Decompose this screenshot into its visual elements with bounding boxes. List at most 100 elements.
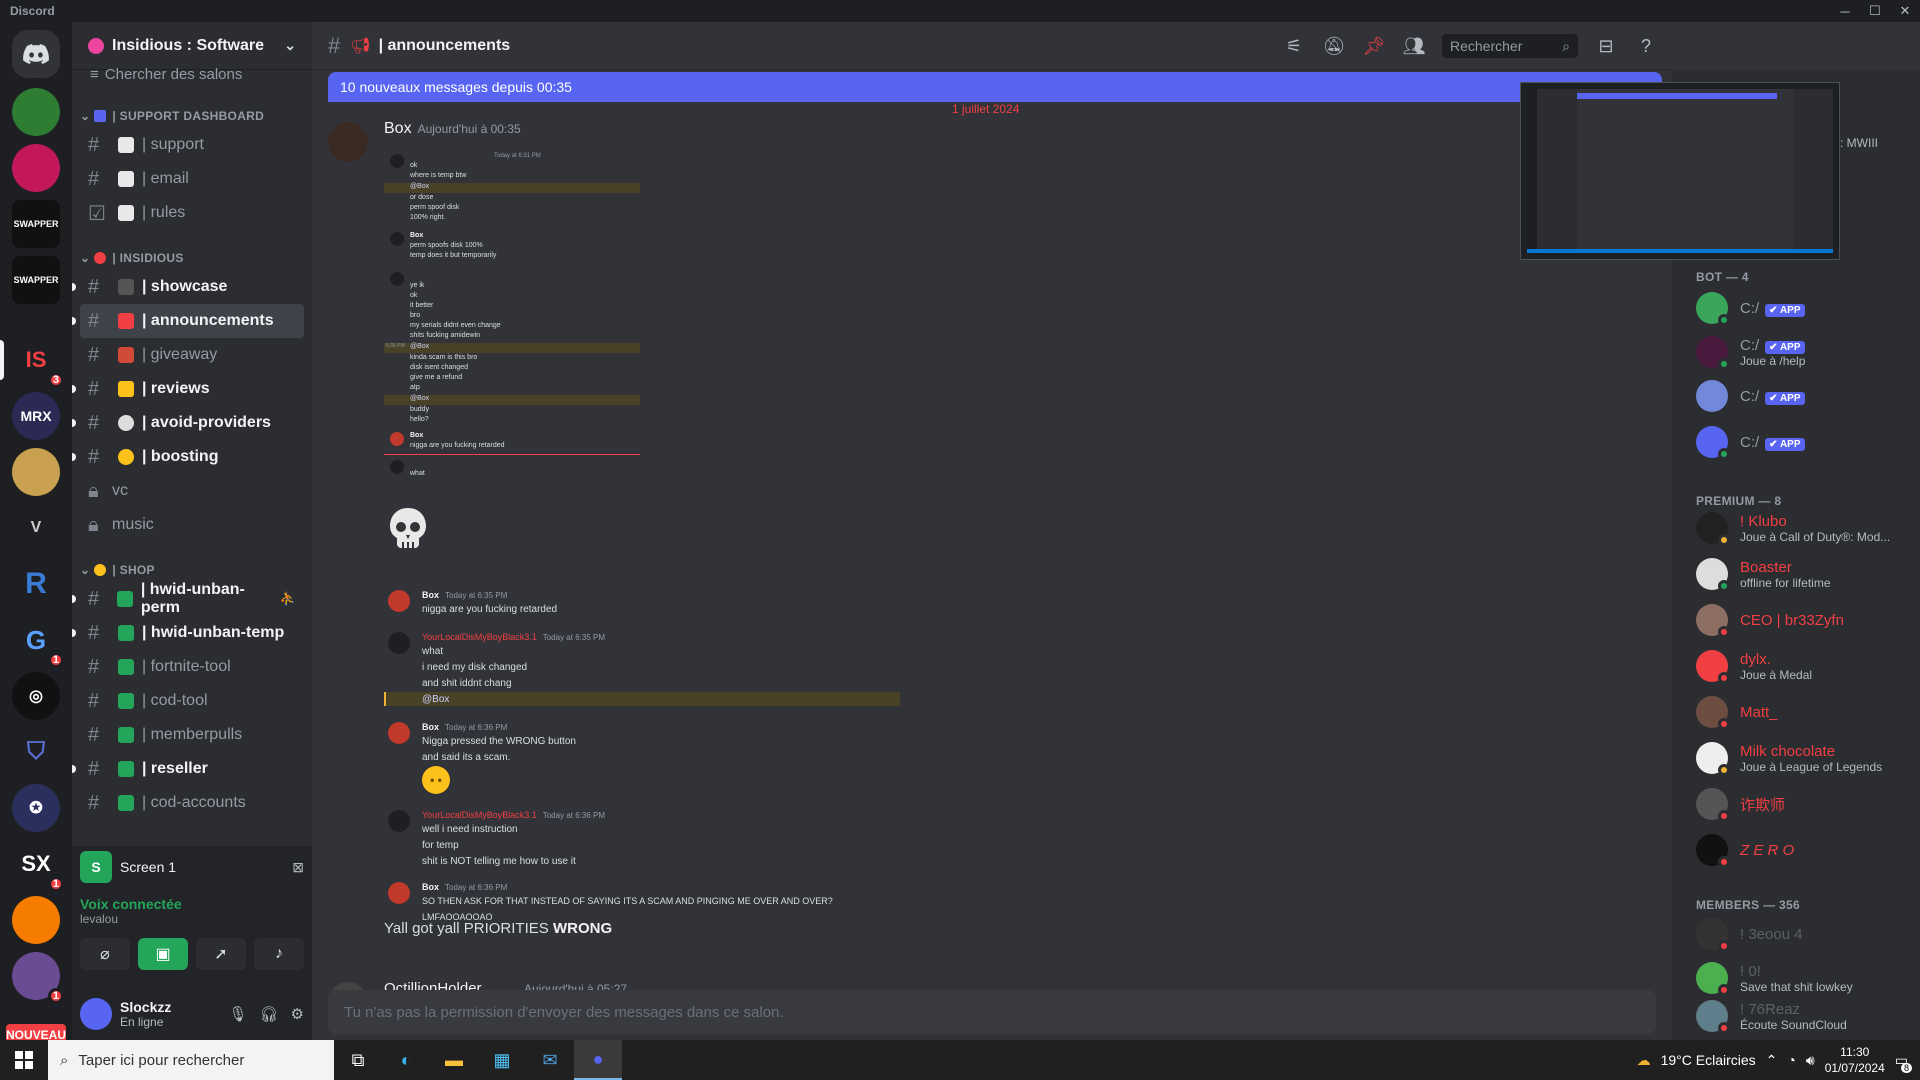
channel-music[interactable]: 🔒︎ music bbox=[80, 508, 304, 542]
member-bot-1[interactable]: C:/ ✔ APP bbox=[1696, 286, 1912, 330]
user-info[interactable]: Slockzz En ligne bbox=[120, 999, 171, 1029]
channel-reseller[interactable]: # | reseller bbox=[72, 752, 304, 786]
channel-showcase[interactable]: # | showcase bbox=[72, 270, 304, 304]
server-r-icon[interactable]: R bbox=[12, 560, 60, 608]
discord-home-icon[interactable] bbox=[12, 30, 60, 78]
server-sx-icon[interactable]: SX 1 bbox=[12, 840, 64, 892]
member-premium-5[interactable]: Matt_ bbox=[1696, 690, 1912, 734]
discord-taskbar-icon[interactable]: ● bbox=[574, 1040, 622, 1080]
inbox-icon[interactable]: ⊟ bbox=[1594, 36, 1618, 57]
speaker-icon[interactable]: 🔊︎ bbox=[1806, 1052, 1815, 1069]
channel-cod-accounts[interactable]: # | cod-accounts bbox=[80, 786, 304, 820]
server-fidelity-icon[interactable] bbox=[12, 144, 60, 192]
channel-vc[interactable]: 🔒︎ vc bbox=[80, 474, 304, 508]
member-premium-1[interactable]: ! Klubo Joue à Call of Duty®: Mod... bbox=[1696, 506, 1912, 550]
chevron-down-icon[interactable]: ⌄ bbox=[284, 37, 296, 54]
channel-rules[interactable]: ☑ | rules bbox=[80, 196, 304, 230]
server-insidious-icon[interactable]: IS 3 bbox=[12, 336, 64, 388]
server-vc-icon[interactable]: V bbox=[12, 504, 60, 552]
headphones-icon[interactable]: 🎧︎ bbox=[260, 1005, 279, 1023]
camera-off-icon[interactable]: ⌀ bbox=[80, 938, 130, 970]
task-view-icon[interactable]: ⧉ bbox=[334, 1040, 382, 1080]
edge-icon[interactable]: ◐ bbox=[382, 1040, 430, 1080]
weather-text[interactable]: 19°C Eclaircies bbox=[1661, 1052, 1756, 1068]
stream-preview-popout[interactable] bbox=[1520, 82, 1840, 260]
search-input[interactable]: Rechercher ⌕ bbox=[1442, 34, 1578, 58]
stop-stream-icon[interactable]: ⊠ bbox=[292, 859, 304, 876]
member-bot-3[interactable]: C:/ ✔ APP bbox=[1696, 374, 1912, 418]
member-premium-4[interactable]: dylx. Joue à Medal bbox=[1696, 644, 1912, 688]
screen-share-row[interactable]: S Screen 1 ⊠ bbox=[72, 846, 312, 888]
notification-icon[interactable]: ▭ 8 bbox=[1895, 1052, 1912, 1073]
taskbar-search-input[interactable]: ⌕ Taper ici pour rechercher bbox=[48, 1040, 334, 1080]
member-3[interactable]: ! 76Reaz Écoute SoundCloud bbox=[1696, 996, 1912, 1036]
microphone-icon[interactable]: 🎙︎ bbox=[228, 1005, 247, 1023]
server-g-icon[interactable]: G1 bbox=[12, 616, 64, 668]
channel-avoid-providers[interactable]: # | avoid-providers bbox=[72, 406, 304, 440]
windows-start-icon[interactable] bbox=[0, 1040, 48, 1080]
new-messages-bar[interactable]: 10 nouveaux messages depuis 00:35 M bbox=[328, 72, 1662, 102]
message-line: for temp bbox=[422, 840, 459, 851]
server-orange-icon[interactable] bbox=[12, 896, 60, 944]
channel-hwid-unban-temp[interactable]: # | hwid-unban-temp bbox=[72, 616, 304, 650]
pin-icon[interactable]: 📌︎ bbox=[1362, 36, 1386, 57]
network-icon[interactable]: ◔ bbox=[1787, 1052, 1795, 1068]
server-shield-icon[interactable]: ⛉ bbox=[12, 728, 60, 776]
member-premium-6[interactable]: Milk chocolate Joue à League of Legends bbox=[1696, 736, 1912, 780]
channel-fortnite-tool[interactable]: # | fortnite-tool bbox=[80, 650, 304, 684]
avatar[interactable] bbox=[80, 998, 112, 1030]
server-badge-icon[interactable]: ✪ bbox=[12, 784, 60, 832]
gear-icon[interactable]: ⚙ bbox=[291, 1005, 304, 1023]
member-bot-4[interactable]: C:/ ✔ APP bbox=[1696, 420, 1912, 464]
channel-cod-tool[interactable]: # | cod-tool bbox=[80, 684, 304, 718]
category-shop[interactable]: ⌄ | SHOP bbox=[72, 558, 312, 582]
weather-icon[interactable]: ☁ bbox=[1637, 1052, 1651, 1069]
store-icon[interactable]: ▦ bbox=[478, 1040, 526, 1080]
channel-hwid-unban-perm[interactable]: # | hwid-unban-perm ⛹ bbox=[72, 581, 304, 616]
channel-announcements[interactable]: # | announcements bbox=[72, 304, 304, 338]
server-gold-icon[interactable] bbox=[12, 448, 60, 496]
channel-memberpulls[interactable]: # | memberpulls bbox=[80, 718, 304, 752]
server-levalou-icon[interactable] bbox=[12, 88, 60, 136]
member-premium-2[interactable]: Boaster offline for lifetime bbox=[1696, 552, 1912, 596]
message-author[interactable]: Box bbox=[384, 120, 412, 137]
member-bot-2[interactable]: C:/ ✔ APP Joue à /help bbox=[1696, 330, 1912, 374]
server-mrx-icon[interactable]: MRX bbox=[12, 392, 60, 440]
member-1[interactable]: ! 3eoou 4 bbox=[1696, 912, 1912, 956]
server-wolf-icon[interactable]: 1 bbox=[12, 952, 64, 1004]
mute-bell-icon[interactable]: 🔕︎ bbox=[1322, 36, 1346, 57]
clock[interactable]: 11:30 01/07/2024 bbox=[1825, 1044, 1885, 1076]
member-list-icon[interactable]: 👥︎ bbox=[1402, 36, 1426, 57]
channel-search[interactable]: ≡ Chercher des salons bbox=[72, 60, 312, 88]
member-premium-7[interactable]: 诈欺师 bbox=[1696, 782, 1912, 826]
help-icon[interactable]: ? bbox=[1634, 36, 1658, 57]
maximize-icon[interactable]: ☐ bbox=[1860, 0, 1890, 22]
voice-status[interactable]: Voix connectée levalou bbox=[72, 888, 312, 936]
member-2[interactable]: ! 0! Save that shit lowkey bbox=[1696, 956, 1912, 1000]
channel-support[interactable]: # | support bbox=[80, 128, 304, 162]
channel-giveaway[interactable]: # | giveaway bbox=[80, 338, 304, 372]
member-premium-3[interactable]: CEO | br33Zyfn bbox=[1696, 598, 1912, 642]
add-member-icon[interactable]: ⛹ bbox=[280, 591, 296, 607]
channel-boosting[interactable]: # | boosting bbox=[72, 440, 304, 474]
server-fortnite-swapper-2-icon[interactable]: SWAPPER bbox=[12, 256, 60, 304]
category-insidious[interactable]: ⌄ | INSIDIOUS bbox=[72, 246, 312, 270]
threads-icon[interactable]: ⚟ bbox=[1282, 36, 1306, 57]
server-fortnite-swapper-icon[interactable]: SWAPPER bbox=[12, 200, 60, 248]
attachment-screenshot-2[interactable]: Box Today at 6:35 PM nigga are you fuckin… bbox=[384, 582, 904, 932]
member-premium-8[interactable]: Z E R O bbox=[1696, 828, 1912, 872]
minimize-icon[interactable]: ─ bbox=[1830, 0, 1860, 22]
attachment-screenshot-1[interactable]: Today at 6:31 PM ok where is temp btw @B… bbox=[384, 150, 644, 490]
channel-email[interactable]: # | email bbox=[80, 162, 304, 196]
avatar[interactable] bbox=[328, 122, 368, 162]
file-explorer-icon[interactable]: ▬ bbox=[430, 1040, 478, 1080]
server-globe-icon[interactable]: ◎ bbox=[12, 672, 60, 720]
soundboard-icon[interactable]: ♪ bbox=[254, 938, 304, 970]
category-support[interactable]: ⌄ | SUPPORT DASHBOARD bbox=[72, 104, 312, 128]
channel-reviews[interactable]: # | reviews bbox=[72, 372, 304, 406]
chevron-up-icon[interactable]: ⌃ bbox=[1766, 1052, 1778, 1069]
screen-share-button[interactable]: ▣ bbox=[138, 938, 188, 970]
close-icon[interactable]: ✕ bbox=[1890, 0, 1920, 22]
mail-icon[interactable]: ✉ bbox=[526, 1040, 574, 1080]
activity-rocket-icon[interactable]: ➚ bbox=[196, 938, 246, 970]
